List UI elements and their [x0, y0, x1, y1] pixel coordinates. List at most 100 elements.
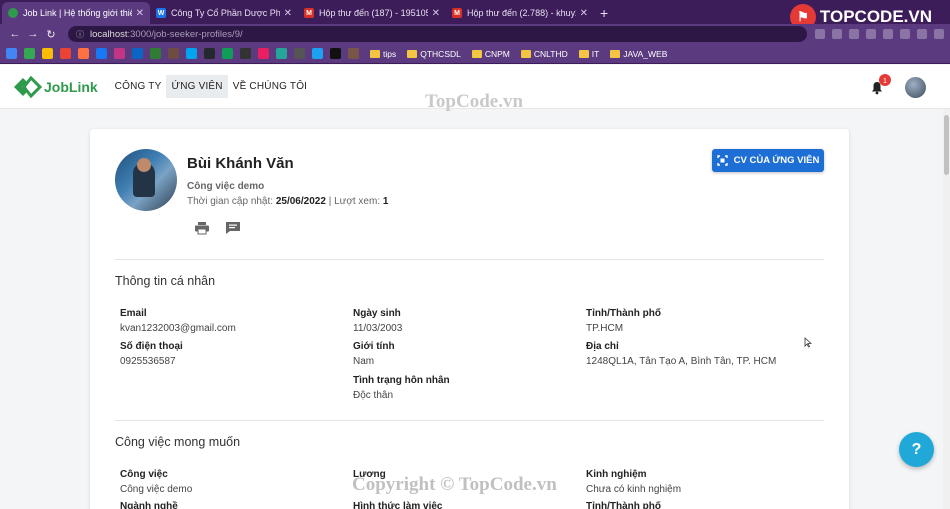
bookmark-icon[interactable]	[132, 48, 143, 59]
tab-title: Hộp thư đến (187) - 1951050027	[319, 8, 428, 18]
candidate-name: Bùi Khánh Văn	[187, 155, 294, 172]
bookmark-folder[interactable]: CNLTHD	[520, 49, 568, 59]
bookmark-icon[interactable]	[42, 48, 53, 59]
dob-label: Ngày sinh	[353, 308, 401, 319]
scrollbar-thumb[interactable]	[944, 115, 949, 175]
job-label: Công việc	[120, 469, 168, 480]
share-icon[interactable]	[832, 29, 842, 39]
candidate-cv-button[interactable]: CV CỦA ỨNG VIÊN	[712, 149, 824, 172]
updated-date: 25/06/2022	[275, 196, 326, 207]
tab-close-icon[interactable]: ✕	[284, 8, 292, 19]
new-tab-icon[interactable]: +	[600, 5, 608, 21]
back-icon[interactable]: ←	[6, 28, 24, 40]
bookmark-icon[interactable]	[348, 48, 359, 59]
star-icon[interactable]	[849, 29, 859, 39]
tab-close-icon[interactable]: ✕	[136, 8, 144, 19]
email-value: kvan1232003@gmail.com	[120, 323, 236, 334]
bookmark-folder[interactable]: IT	[578, 49, 599, 59]
reload-icon[interactable]: ↻	[42, 28, 60, 41]
profile-icon[interactable]	[934, 29, 944, 39]
bookmark-folder[interactable]: QTHCSDL	[407, 49, 461, 59]
folder-icon	[370, 49, 380, 58]
phone-value: 0925536587	[120, 356, 176, 367]
joblink-logo-icon	[14, 75, 42, 98]
message-icon[interactable]	[225, 221, 241, 235]
browser-tab-joblink[interactable]: Job Link | Hệ thống giới thiệu việc ✕	[2, 2, 150, 24]
brand-name: JobLink	[44, 78, 98, 95]
folder-icon	[471, 49, 482, 58]
city-label: Tỉnh/Thành phố	[586, 308, 661, 319]
address-bar: ← → ↻ ⓘ localhost:3000/job-seeker-profil…	[0, 24, 950, 44]
section-divider	[115, 259, 824, 260]
brand-logo[interactable]: JobLink	[12, 75, 98, 98]
desired-job-title: Công việc mong muốn	[115, 435, 241, 449]
extension-icon[interactable]	[900, 29, 910, 39]
extension-icon[interactable]	[883, 29, 893, 39]
phone-label: Số điện thoại	[120, 341, 183, 352]
address-value: 1248QL1A, Tân Tạo A, Bình Tân, TP. HCM	[586, 356, 777, 367]
address-label: Địa chỉ	[586, 341, 619, 352]
folder-icon	[578, 49, 589, 58]
key-icon[interactable]	[815, 29, 825, 39]
bookmark-icon[interactable]	[150, 48, 161, 59]
bookmark-icon[interactable]	[240, 48, 251, 59]
bookmark-icon[interactable]	[222, 48, 233, 59]
nav-about-us[interactable]: VỀ CHÚNG TÔI	[228, 75, 312, 98]
bookmark-icon[interactable]	[258, 48, 269, 59]
browser-tab-gmail-1[interactable]: M Hộp thư đến (187) - 1951050027 ✕	[298, 2, 446, 24]
bookmark-icon[interactable]	[114, 48, 125, 59]
candidate-avatar	[115, 149, 177, 211]
main-nav: CÔNG TY ỨNG VIÊN VỀ CHÚNG TÔI	[110, 65, 313, 108]
browser-tab-company[interactable]: W Công Ty Cổ Phần Dược Phẩm Ha ✕	[150, 2, 298, 24]
joblink-favicon-icon	[8, 8, 18, 18]
bookmark-icon[interactable]	[78, 48, 89, 59]
industry-label: Ngành nghề	[120, 501, 178, 509]
bookmark-icon[interactable]	[312, 48, 323, 59]
email-label: Email	[120, 308, 147, 319]
browser-tab-gmail-2[interactable]: M Hộp thư đến (2.788) - khuy220@ ✕	[446, 2, 594, 24]
bookmark-folder[interactable]: tips	[370, 49, 396, 59]
help-button[interactable]: ?	[899, 432, 934, 467]
extension-icon[interactable]	[917, 29, 927, 39]
experience-label: Kinh nghiệm	[586, 469, 647, 480]
nav-candidates[interactable]: ỨNG VIÊN	[166, 75, 228, 98]
bookmark-folder[interactable]: JAVA_WEB	[610, 49, 667, 59]
bookmarks-bar: tips QTHCSDL CNPM CNLTHD IT JAVA_WEB	[0, 44, 950, 64]
gmail-favicon-icon: M	[304, 8, 314, 18]
bookmark-icon[interactable]	[276, 48, 287, 59]
bookmark-icon[interactable]	[6, 48, 17, 59]
bookmark-folder[interactable]: CNPM	[471, 49, 510, 59]
bookmark-icon[interactable]	[294, 48, 305, 59]
experience-value: Chưa có kinh nghiệm	[586, 484, 682, 495]
tab-close-icon[interactable]: ✕	[580, 8, 588, 19]
url-path: :3000/job-seeker-profiles/9/	[127, 28, 243, 40]
w-favicon-icon: W	[156, 8, 166, 18]
work-type-label: Hình thức làm việc	[353, 501, 443, 509]
folder-icon	[407, 49, 418, 58]
tab-close-icon[interactable]: ✕	[432, 8, 440, 19]
user-avatar[interactable]	[905, 77, 926, 98]
watermark-text: TopCode.vn	[425, 91, 524, 112]
nav-company[interactable]: CÔNG TY	[110, 75, 167, 98]
bookmark-icon[interactable]	[204, 48, 215, 59]
notification-badge: 1	[879, 74, 891, 86]
bookmark-icon[interactable]	[186, 48, 197, 59]
candidate-job-title: Công việc demo	[187, 181, 265, 192]
forward-icon[interactable]: →	[24, 28, 42, 40]
bookmark-icon[interactable]	[168, 48, 179, 59]
desired-city-label: Tỉnh/Thành phố	[586, 501, 661, 509]
extension-icons	[815, 29, 944, 39]
city-value: TP.HCM	[586, 323, 624, 334]
print-icon[interactable]	[194, 221, 210, 235]
profile-card: Bùi Khánh Văn Công việc demo Thời gian c…	[90, 129, 849, 509]
page-scrollbar[interactable]	[943, 109, 950, 509]
tab-title: Công Ty Cổ Phần Dược Phẩm Ha	[171, 8, 280, 18]
browser-tab-bar: Job Link | Hệ thống giới thiệu việc ✕ W …	[0, 0, 950, 30]
bookmark-icon[interactable]	[96, 48, 107, 59]
url-input[interactable]: ⓘ localhost:3000/job-seeker-profiles/9/	[68, 26, 807, 42]
tab-title: Job Link | Hệ thống giới thiệu việc	[23, 8, 132, 18]
extension-icon[interactable]	[866, 29, 876, 39]
bookmark-icon[interactable]	[330, 48, 341, 59]
bookmark-icon[interactable]	[60, 48, 71, 59]
bookmark-icon[interactable]	[24, 48, 35, 59]
